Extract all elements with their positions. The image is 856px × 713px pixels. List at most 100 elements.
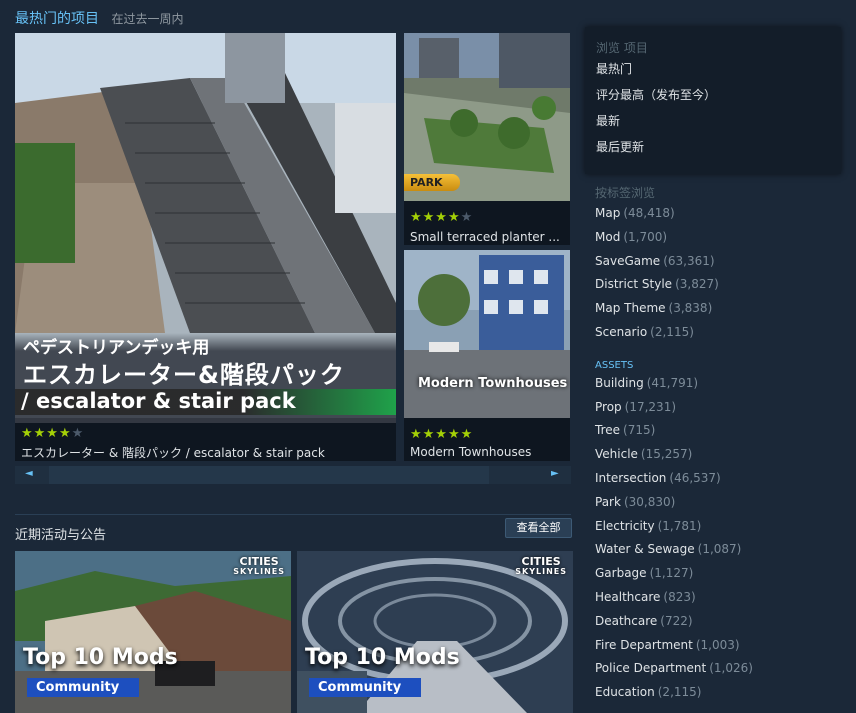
tag-count: (1,781)	[657, 518, 702, 533]
tag-link-vehicle[interactable]: Vehicle (15,257)	[595, 447, 845, 471]
tag-name: Water & Sewage	[595, 542, 695, 557]
most-popular-heading: 最热门的项目	[15, 11, 99, 27]
browse-most-popular-link[interactable]: 最热门	[596, 62, 841, 88]
tag-link-intersection[interactable]: Intersection (46,537)	[595, 471, 845, 495]
featured-caption[interactable]: エスカレーター & 階段パック / escalator & stair pack	[21, 444, 391, 461]
park-badge: PARK	[404, 174, 460, 191]
tag-name: Scenario	[595, 324, 648, 339]
community-tag: Community	[27, 678, 139, 697]
tag-name: Vehicle	[595, 447, 638, 462]
tag-count: (715)	[623, 423, 656, 438]
section-divider	[15, 514, 571, 515]
tag-name: Mod	[595, 229, 621, 244]
tag-link-mod[interactable]: Mod (1,700)	[595, 230, 845, 254]
view-all-button[interactable]: 查看全部	[505, 518, 572, 538]
browse-newest-link[interactable]: 最新	[596, 114, 841, 140]
tag-name: Intersection	[595, 470, 667, 485]
tag-count: (46,537)	[669, 470, 721, 485]
tag-link-district-style[interactable]: District Style (3,827)	[595, 277, 845, 301]
townhouses-overlay-title: Modern Townhouses	[418, 376, 568, 391]
tag-count: (823)	[663, 589, 696, 604]
tag-link-scenario[interactable]: Scenario (2,115)	[595, 325, 845, 349]
tag-count: (1,700)	[623, 229, 668, 244]
tag-count: (3,838)	[668, 301, 713, 316]
tag-name: District Style	[595, 277, 673, 292]
tag-count: (2,115)	[657, 685, 702, 700]
featured-jp-title: エスカレーター&階段パック	[23, 361, 345, 389]
browse-items-panel: 浏览 项目 最热门 评分最高（发布至今） 最新 最后更新	[585, 27, 841, 174]
tag-name: Fire Department	[595, 637, 693, 652]
tag-count: (63,361)	[663, 253, 715, 268]
tag-link-education[interactable]: Education (2,115)	[595, 685, 845, 709]
tag-link-police-department[interactable]: Police Department (1,026)	[595, 661, 845, 685]
tag-name: Tree	[595, 423, 621, 438]
browse-by-tag-panel: 按标签浏览 Map (48,418) Mod (1,700) SaveGame (63,3…	[595, 184, 845, 709]
tag-name: Building	[595, 375, 644, 390]
featured-item[interactable]: ペデストリアンデッキ用 エスカレーター&階段パック / escalator & …	[15, 33, 396, 461]
carousel-scroll-thumb[interactable]	[49, 466, 489, 484]
carousel-scrollbar[interactable]: ◄ ►	[15, 466, 571, 484]
browse-header: 浏览 项目	[596, 41, 648, 55]
tag-link-map-theme[interactable]: Map Theme (3,838)	[595, 301, 845, 325]
tag-count: (2,115)	[650, 324, 694, 339]
tag-count: (722)	[660, 613, 693, 628]
news-card[interactable]: CITIES SKYLINES Top 10 Mods Community	[15, 551, 291, 713]
tag-name: Police Department	[595, 661, 707, 676]
period-label: 在过去一周内	[111, 12, 184, 26]
star-icons: ★★★★★	[410, 427, 474, 442]
recent-activity-heading: 近期活动与公告	[15, 528, 107, 543]
item-card-townhouses[interactable]: Modern Townhouses ★★★★★ Modern Townhouse…	[404, 250, 570, 461]
tag-name: SaveGame	[595, 253, 661, 268]
tag-link-building[interactable]: Building (41,791)	[595, 376, 845, 400]
assets-header: ASSETS	[595, 359, 634, 371]
tag-link-garbage[interactable]: Garbage (1,127)	[595, 566, 845, 590]
tag-link-tree[interactable]: Tree (715)	[595, 423, 845, 447]
tag-name: Park	[595, 494, 621, 509]
tag-count: (30,830)	[623, 494, 676, 509]
item-caption[interactable]: Small terraced planter ...	[410, 230, 566, 244]
cities-skylines-logo: CITIES SKYLINES	[515, 555, 567, 576]
tag-link-electricity[interactable]: Electricity (1,781)	[595, 519, 845, 543]
tags-header: 按标签浏览	[595, 186, 656, 200]
community-tag: Community	[309, 678, 421, 697]
tag-link-park[interactable]: Park (30,830)	[595, 495, 845, 519]
section-title: 最热门的项目 在过去一周内	[15, 8, 183, 28]
tag-link-deathcare[interactable]: Deathcare (722)	[595, 614, 845, 638]
tag-count: (1,026)	[709, 661, 753, 676]
tag-count: (1,127)	[649, 566, 694, 581]
scroll-right-icon[interactable]: ►	[551, 468, 559, 479]
tag-count: (48,418)	[623, 206, 675, 220]
tag-name: Prop	[595, 399, 622, 414]
tag-link-savegame[interactable]: SaveGame (63,361)	[595, 254, 845, 278]
star-empty-icon: ★	[71, 426, 85, 441]
tag-name: Map Theme	[595, 301, 666, 316]
tag-name: Electricity	[595, 518, 655, 533]
tag-link-map[interactable]: Map (48,418)	[595, 206, 845, 230]
tag-name: Deathcare	[595, 613, 658, 628]
tag-name: Map	[595, 206, 621, 220]
tag-name: Garbage	[595, 566, 647, 581]
news-headline: Top 10 Mods	[23, 645, 178, 670]
item-rating: ★★★★★	[410, 427, 473, 442]
browse-top-rated-link[interactable]: 评分最高（发布至今）	[596, 88, 841, 114]
star-icons: ★★★★	[410, 210, 461, 225]
tag-name: Education	[595, 685, 655, 700]
tag-count: (1,087)	[697, 542, 742, 557]
browse-last-updated-link[interactable]: 最后更新	[596, 140, 841, 166]
townhouses-preview-image	[404, 250, 570, 418]
tag-link-healthcare[interactable]: Healthcare (823)	[595, 590, 845, 614]
scroll-left-icon[interactable]: ◄	[25, 468, 33, 479]
tag-link-water-sewage[interactable]: Water & Sewage (1,087)	[595, 542, 845, 566]
tag-count: (1,003)	[695, 637, 740, 652]
news-card[interactable]: CITIES SKYLINES Top 10 Mods Community	[297, 551, 573, 713]
tag-count: (15,257)	[640, 447, 693, 462]
star-icons: ★★★★	[21, 426, 72, 441]
news-headline: Top 10 Mods	[305, 645, 460, 670]
item-caption[interactable]: Modern Townhouses	[410, 445, 566, 459]
item-card-planter[interactable]: PARK ★★★★★ Small terraced planter ...	[404, 33, 570, 245]
tag-name: Healthcare	[595, 589, 661, 604]
featured-en-title: / escalator & stair pack	[15, 389, 396, 415]
tag-link-prop[interactable]: Prop (17,231)	[595, 400, 845, 424]
star-empty-icon: ★	[460, 210, 474, 225]
tag-link-fire-department[interactable]: Fire Department (1,003)	[595, 638, 845, 662]
